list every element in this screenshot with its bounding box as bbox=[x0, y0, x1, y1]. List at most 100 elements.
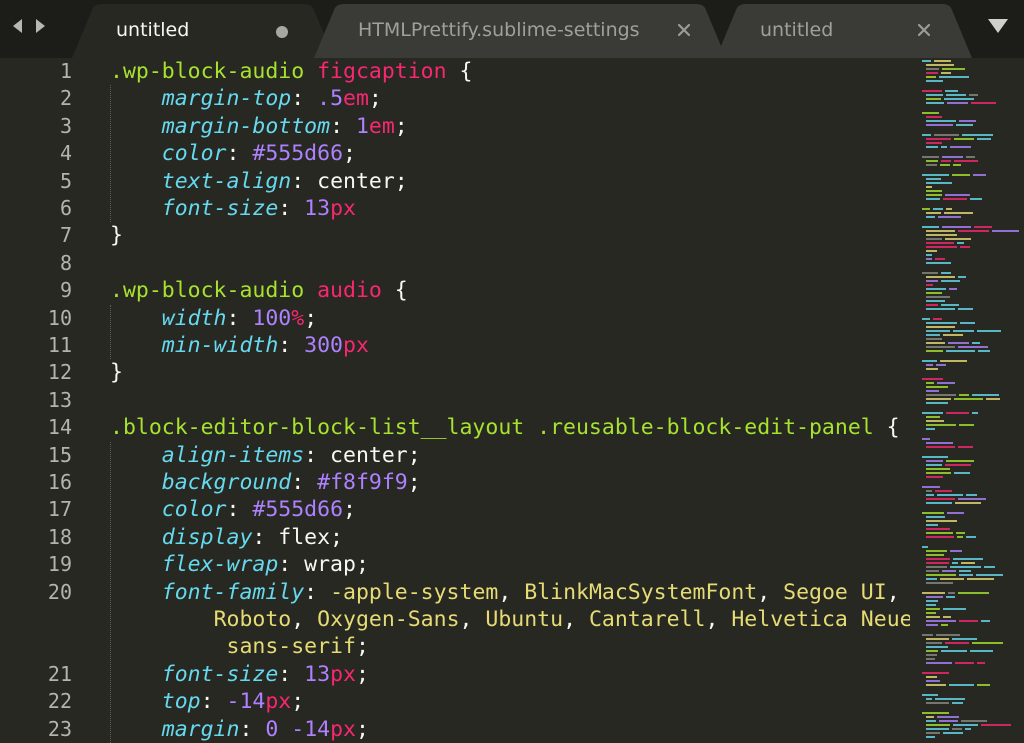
minimap-segment bbox=[926, 494, 934, 496]
code-token: , bbox=[498, 579, 525, 605]
code-token: { bbox=[873, 415, 900, 441]
minimap-segment bbox=[926, 464, 942, 466]
code-token: : center; bbox=[291, 168, 408, 194]
minimap-segment bbox=[966, 494, 977, 496]
code-line[interactable]: font-family: -apple-system, BlinkMacSyst… bbox=[110, 579, 900, 606]
line-number-gutter: 1 2 3 4 5 6 7 8 9 10 11 12 13 14 15 16 17 18 19 20 21 22 23 bbox=[0, 58, 90, 741]
minimap-segment bbox=[926, 72, 938, 74]
code-token: color bbox=[161, 141, 227, 167]
minimap-segment bbox=[926, 394, 956, 396]
minimap-segment bbox=[937, 716, 959, 718]
code-line[interactable]: background: #f8f9f9; bbox=[110, 469, 421, 496]
code-line[interactable]: display: flex; bbox=[110, 524, 343, 551]
code-token: align-items bbox=[161, 442, 305, 468]
minimap-segment bbox=[926, 604, 936, 606]
minimap-segment bbox=[926, 582, 953, 584]
minimap-segment bbox=[926, 550, 947, 552]
code-token: , bbox=[563, 607, 589, 632]
code-token: : bbox=[291, 86, 318, 112]
line-number: 15 bbox=[47, 442, 72, 467]
minimap-segment bbox=[922, 456, 948, 458]
minimap-segment bbox=[940, 360, 967, 362]
minimap-segment bbox=[942, 226, 971, 228]
code-line[interactable]: } bbox=[110, 222, 123, 249]
code-line[interactable]: font-size: 13px; bbox=[110, 661, 369, 688]
minimap-segment bbox=[922, 694, 938, 696]
tab-untitled-active[interactable]: untitled bbox=[72, 4, 334, 58]
code-line[interactable]: .wp-block-audio figcaption { bbox=[110, 58, 472, 85]
code-token: : bbox=[278, 661, 305, 687]
minimap-segment bbox=[941, 280, 960, 282]
minimap-segment bbox=[926, 178, 941, 180]
code-line[interactable]: sans-serif; bbox=[110, 633, 369, 660]
code-line[interactable]: } bbox=[110, 359, 123, 386]
close-icon[interactable] bbox=[914, 20, 934, 40]
triangle-down-icon[interactable] bbox=[985, 16, 1011, 36]
tab-title: HTMLPrettify.sublime-settings bbox=[358, 19, 640, 41]
minimap-segment bbox=[949, 684, 974, 686]
code-line[interactable]: Roboto, Oxygen-Sans, Ubuntu, Cantarell, … bbox=[110, 606, 910, 633]
minimap[interactable] bbox=[920, 58, 1024, 741]
minimap-segment bbox=[981, 724, 1011, 726]
minimap-segment bbox=[962, 134, 993, 136]
code-line[interactable]: .block-editor-block-list__layout .reusab… bbox=[110, 414, 900, 441]
minimap-segment bbox=[946, 94, 966, 96]
modified-dot-icon[interactable] bbox=[276, 26, 288, 38]
code-line[interactable]: color: #555d66; bbox=[110, 496, 356, 523]
minimap-segment bbox=[926, 238, 942, 240]
code-line[interactable]: min-width: 300px bbox=[110, 332, 369, 359]
minimap-segment bbox=[945, 642, 969, 644]
minimap-segment bbox=[926, 616, 940, 618]
tab-untitled-2[interactable]: untitled bbox=[716, 4, 972, 58]
minimap-segment bbox=[926, 198, 940, 200]
tab-htmlprettify-settings[interactable]: HTMLPrettify.sublime-settings bbox=[314, 4, 726, 58]
code-line[interactable]: align-items: center; bbox=[110, 442, 421, 469]
code-line[interactable]: width: 100%; bbox=[110, 305, 317, 332]
minimap-segment bbox=[922, 318, 930, 320]
minimap-segment bbox=[942, 68, 965, 70]
minimap-segment bbox=[926, 288, 946, 290]
code-line[interactable]: color: #555d66; bbox=[110, 140, 356, 167]
minimap-segment bbox=[926, 142, 942, 144]
code-line[interactable]: margin: 0 -14px; bbox=[110, 716, 369, 741]
code-line[interactable]: font-size: 13px bbox=[110, 195, 356, 222]
code-token: em bbox=[343, 86, 369, 112]
code-line[interactable]: top: -14px; bbox=[110, 688, 304, 715]
code-token: -apple-system bbox=[330, 579, 499, 605]
chevron-left-icon[interactable] bbox=[10, 16, 24, 36]
minimap-segment bbox=[926, 724, 950, 726]
code-token: ; bbox=[394, 113, 408, 139]
minimap-segment bbox=[945, 238, 971, 240]
minimap-segment bbox=[926, 662, 952, 664]
chevron-right-icon[interactable] bbox=[34, 16, 48, 36]
minimap-segment bbox=[926, 276, 955, 278]
code-token: flex-wrap bbox=[161, 552, 279, 578]
code-editor[interactable]: .wp-block-audio figcaption { margin-top:… bbox=[110, 58, 910, 741]
minimap-segment bbox=[926, 654, 937, 656]
code-line[interactable]: flex-wrap: wrap; bbox=[110, 551, 369, 578]
code-token: sans-serif bbox=[226, 634, 356, 660]
code-line[interactable]: margin-top: .5em; bbox=[110, 85, 382, 112]
code-token: 1 bbox=[355, 113, 369, 139]
minimap-segment bbox=[926, 446, 955, 448]
code-token: .5 bbox=[317, 86, 344, 112]
code-token: ; bbox=[355, 716, 369, 741]
code-line[interactable]: margin-bottom: 1em; bbox=[110, 113, 408, 140]
close-icon[interactable] bbox=[674, 20, 694, 40]
minimap-segment bbox=[922, 134, 931, 136]
minimap-segment bbox=[926, 402, 948, 404]
line-number: 20 bbox=[47, 579, 72, 604]
code-line[interactable]: .wp-block-audio audio { bbox=[110, 277, 408, 304]
minimap-segment bbox=[948, 342, 969, 344]
minimap-segment bbox=[926, 382, 934, 384]
code-token: , bbox=[291, 607, 318, 632]
code-token: ; bbox=[355, 634, 369, 660]
minimap-segment bbox=[960, 246, 970, 248]
minimap-segment bbox=[959, 394, 969, 396]
minimap-segment bbox=[922, 174, 949, 176]
code-line[interactable]: text-align: center; bbox=[110, 168, 408, 195]
